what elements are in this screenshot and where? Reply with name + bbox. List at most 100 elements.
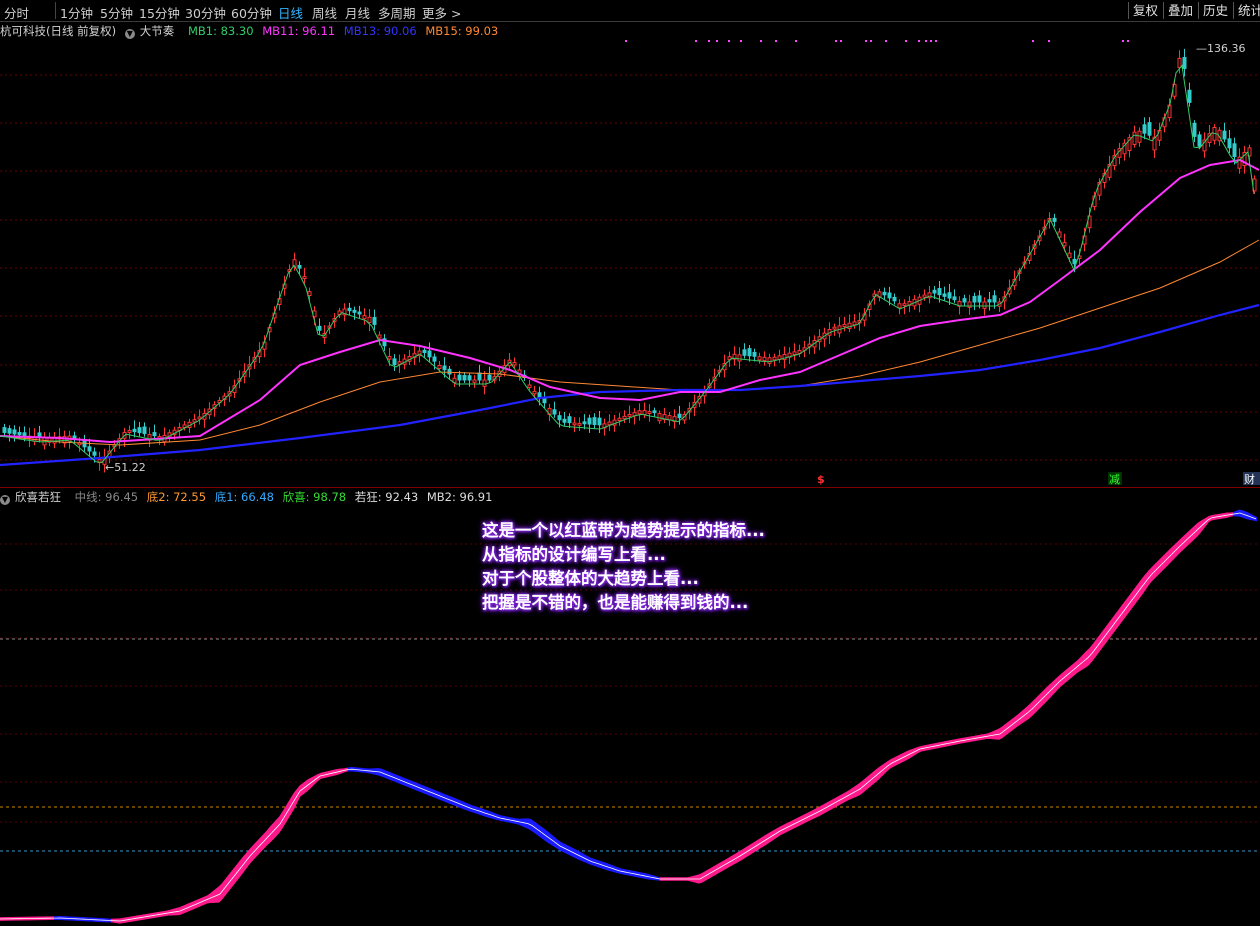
candle-body bbox=[442, 365, 447, 371]
candle-body bbox=[142, 426, 147, 435]
mid-line-value: 中线: 96.45 bbox=[74, 490, 139, 504]
tab-15min[interactable]: 15分钟 bbox=[139, 3, 180, 22]
candle-body bbox=[582, 421, 587, 425]
annotation-line: 从指标的设计编写上看... bbox=[482, 545, 666, 564]
candle-body bbox=[972, 295, 977, 303]
tab-30min[interactable]: 30分钟 bbox=[185, 3, 226, 22]
signal-dot bbox=[695, 40, 697, 42]
price-chart[interactable]: —136.36 ←51.22 $ 减 财 bbox=[0, 40, 1260, 485]
candle-body bbox=[307, 291, 312, 297]
reduce-marker: 减 bbox=[1109, 473, 1120, 485]
tab-fenshi[interactable]: 分时 bbox=[4, 3, 29, 22]
candle-body bbox=[527, 384, 532, 389]
annotation-line: 对于个股整体的大趋势上看... bbox=[482, 569, 699, 588]
chevron-down-icon: ▼ bbox=[0, 495, 10, 505]
candle-body bbox=[362, 315, 367, 320]
candle-body bbox=[642, 410, 647, 416]
tab-weekly[interactable]: 周线 bbox=[312, 3, 337, 22]
candle-body bbox=[387, 355, 392, 360]
overlay-button[interactable]: 叠加 bbox=[1163, 2, 1197, 19]
candle-body bbox=[847, 322, 852, 330]
signal-dot bbox=[1048, 40, 1050, 42]
candle-body bbox=[1197, 134, 1202, 147]
tab-1min[interactable]: 1分钟 bbox=[60, 3, 93, 22]
finance-marker: 财 bbox=[1244, 472, 1255, 485]
candle-body bbox=[352, 309, 357, 313]
candle-body bbox=[892, 296, 897, 302]
tab-daily[interactable]: 日线 bbox=[278, 3, 303, 22]
mb11-value: MB11: 96.11 bbox=[262, 24, 336, 38]
chevron-right-icon: > bbox=[447, 6, 462, 21]
candle-body bbox=[937, 288, 942, 296]
candle-body bbox=[607, 421, 612, 426]
candle-body bbox=[1182, 57, 1187, 69]
candle-body bbox=[532, 390, 537, 395]
candle-body bbox=[1187, 89, 1192, 103]
signal-dot bbox=[728, 40, 730, 42]
candle-body bbox=[572, 422, 577, 426]
tab-monthly[interactable]: 月线 bbox=[345, 3, 370, 22]
candle-body bbox=[757, 356, 762, 361]
signal-dot bbox=[905, 40, 907, 42]
candle-body bbox=[462, 375, 467, 381]
signal-dot bbox=[835, 40, 837, 42]
candle-body bbox=[1067, 252, 1072, 259]
candle-body bbox=[347, 307, 352, 312]
divider bbox=[55, 2, 56, 19]
signal-dot bbox=[870, 40, 872, 42]
candle-body bbox=[587, 417, 592, 425]
mb11-line bbox=[0, 158, 1260, 444]
candle-body bbox=[617, 417, 622, 422]
bottom1-value: 底1: 66.48 bbox=[214, 490, 274, 504]
candle-body bbox=[132, 428, 137, 433]
annotation-line: 把握是不错的，也是能赚得到钱的... bbox=[482, 593, 749, 612]
candle-body bbox=[537, 392, 542, 398]
history-button[interactable]: 历史 bbox=[1198, 2, 1232, 19]
signal-dot bbox=[935, 40, 937, 42]
candle-body bbox=[7, 428, 12, 434]
signal-dot bbox=[840, 40, 842, 42]
candle-body bbox=[992, 295, 997, 303]
candle-body bbox=[297, 264, 302, 269]
candle-body bbox=[562, 418, 567, 423]
lower-indicator-name: 欣喜若狂 bbox=[15, 490, 61, 504]
candle-body bbox=[482, 379, 487, 387]
signal-dot bbox=[1122, 40, 1124, 42]
candle-body bbox=[772, 356, 777, 361]
signal-dot bbox=[885, 40, 887, 42]
candle-body bbox=[447, 368, 452, 375]
candle-body bbox=[557, 415, 562, 421]
candle-body bbox=[567, 416, 572, 424]
candle-body bbox=[627, 414, 632, 417]
candle-body bbox=[152, 432, 157, 437]
tab-5min[interactable]: 5分钟 bbox=[100, 3, 133, 22]
candle-body bbox=[637, 410, 642, 415]
dividend-marker: $ bbox=[817, 473, 825, 485]
chevron-down-icon: ▼ bbox=[124, 29, 135, 39]
candle-body bbox=[372, 317, 377, 325]
candle-body bbox=[367, 316, 372, 324]
indicator-selector[interactable]: ▼ 大节奏 bbox=[124, 24, 180, 39]
candle-body bbox=[377, 334, 382, 339]
candle-body bbox=[597, 417, 602, 426]
candle-body bbox=[752, 351, 757, 357]
candle-body bbox=[902, 303, 907, 307]
stats-button[interactable]: 统计 bbox=[1233, 2, 1260, 19]
adjust-button[interactable]: 复权 bbox=[1128, 2, 1162, 19]
candle-body bbox=[192, 419, 197, 423]
candle-body bbox=[1132, 131, 1137, 145]
signal-dot bbox=[740, 40, 742, 42]
candle-body bbox=[477, 372, 482, 381]
candle-body bbox=[677, 413, 682, 419]
candle-body bbox=[962, 298, 967, 303]
candle-body bbox=[1052, 217, 1057, 222]
candle-body bbox=[832, 326, 837, 330]
candle-body bbox=[17, 431, 22, 436]
mb1-value: MB1: 83.30 bbox=[187, 24, 254, 38]
tab-60min[interactable]: 60分钟 bbox=[231, 3, 272, 22]
tab-more[interactable]: 更多 > bbox=[422, 3, 461, 22]
candle-body bbox=[952, 296, 957, 301]
indicator-selector-lower[interactable]: ▼ 欣喜若狂 bbox=[0, 490, 66, 505]
tab-multi-period[interactable]: 多周期 bbox=[378, 3, 416, 22]
candle-body bbox=[512, 362, 517, 366]
